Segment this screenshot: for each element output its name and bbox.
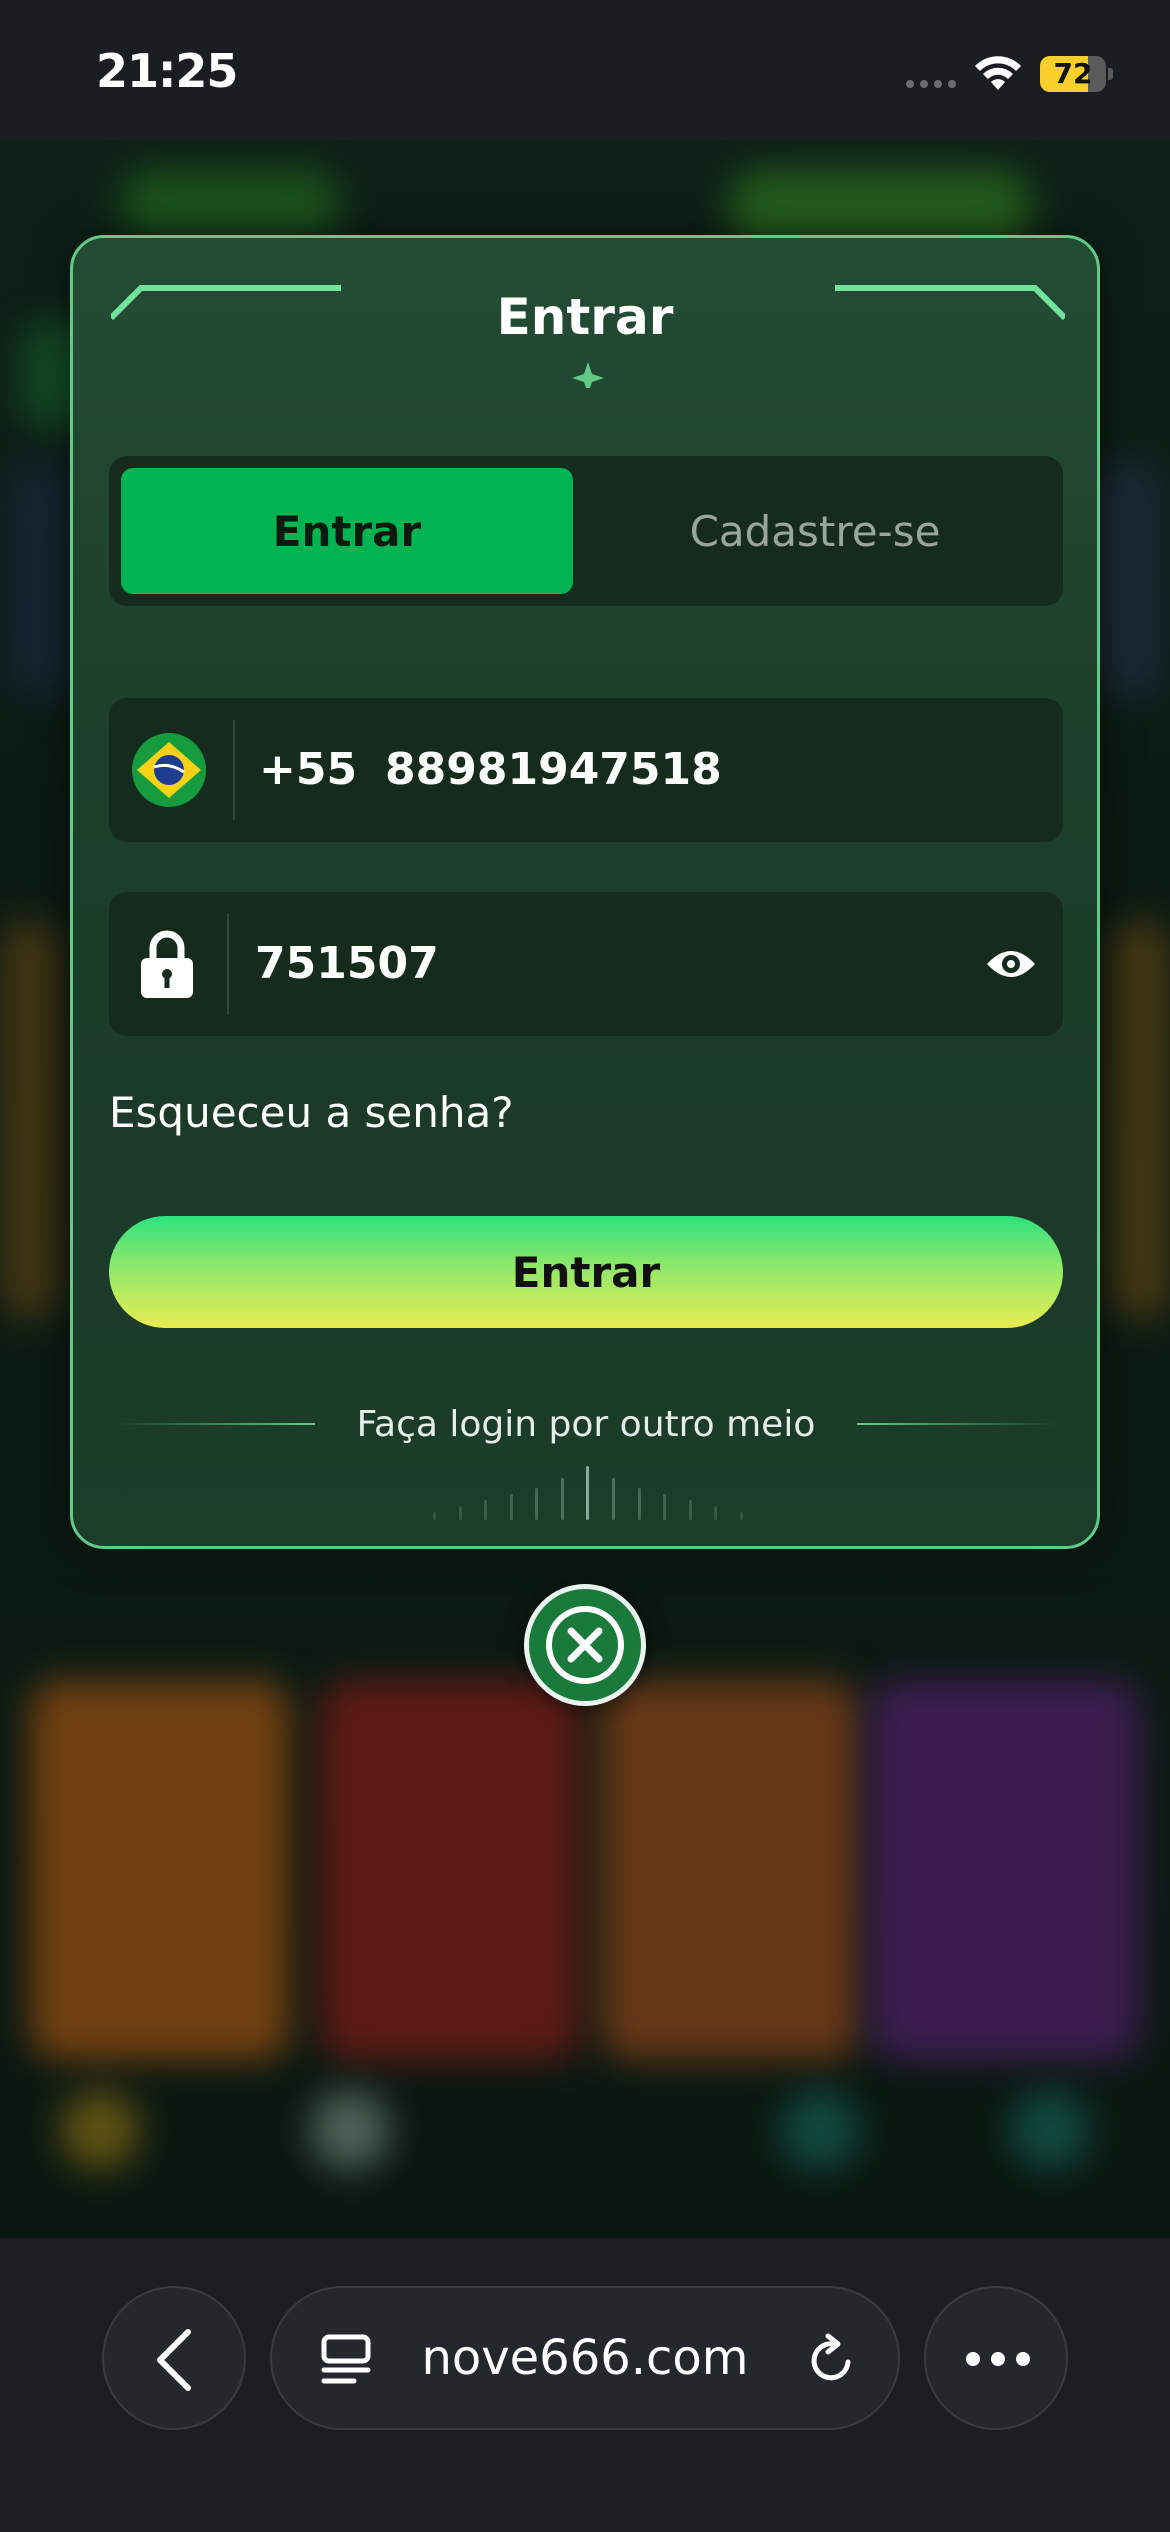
login-submit-button[interactable]: Entrar — [109, 1216, 1063, 1328]
modal-title: Entrar — [496, 288, 674, 346]
login-modal: Entrar Entrar Cadastre-se +55 8898194751… — [70, 235, 1100, 1549]
alt-login-text: Faça login por outro meio — [356, 1403, 816, 1445]
back-icon — [157, 2329, 191, 2391]
eye-icon[interactable] — [985, 942, 1037, 986]
brazil-flag-icon[interactable] — [131, 732, 207, 808]
more-icon — [966, 2352, 1030, 2366]
close-icon — [546, 1606, 624, 1684]
phone-field[interactable]: +55 88981947518 — [109, 698, 1063, 842]
tab-login[interactable]: Entrar — [121, 468, 573, 594]
forgot-password-link[interactable]: Esqueceu a senha? — [109, 1088, 514, 1137]
close-modal-button[interactable] — [524, 1584, 646, 1706]
lock-icon — [141, 930, 193, 998]
browser-toolbar: nove666.com — [0, 2238, 1170, 2532]
country-dial-code[interactable]: +55 — [259, 698, 357, 842]
reload-icon[interactable] — [804, 2332, 860, 2388]
tab-register[interactable]: Cadastre-se — [579, 468, 1051, 594]
loading-indicator — [433, 1460, 743, 1520]
battery-level: 72 — [1053, 57, 1093, 90]
address-bar[interactable]: nove666.com — [270, 2286, 900, 2430]
status-time: 21:25 — [96, 44, 238, 98]
cellular-dots-icon — [906, 80, 956, 88]
more-button[interactable] — [924, 2286, 1068, 2430]
password-field[interactable]: 751507 — [109, 892, 1063, 1036]
battery-icon: 72 — [1040, 56, 1113, 92]
alt-login-divider: Faça login por outro meio — [109, 1394, 1063, 1454]
wifi-icon — [975, 56, 1021, 90]
back-button[interactable] — [102, 2286, 246, 2430]
phone-input[interactable]: 88981947518 — [385, 698, 722, 842]
auth-tabs: Entrar Cadastre-se — [109, 456, 1063, 606]
status-bar: 21:25 72 — [0, 0, 1170, 140]
password-input[interactable]: 751507 — [255, 892, 439, 1036]
